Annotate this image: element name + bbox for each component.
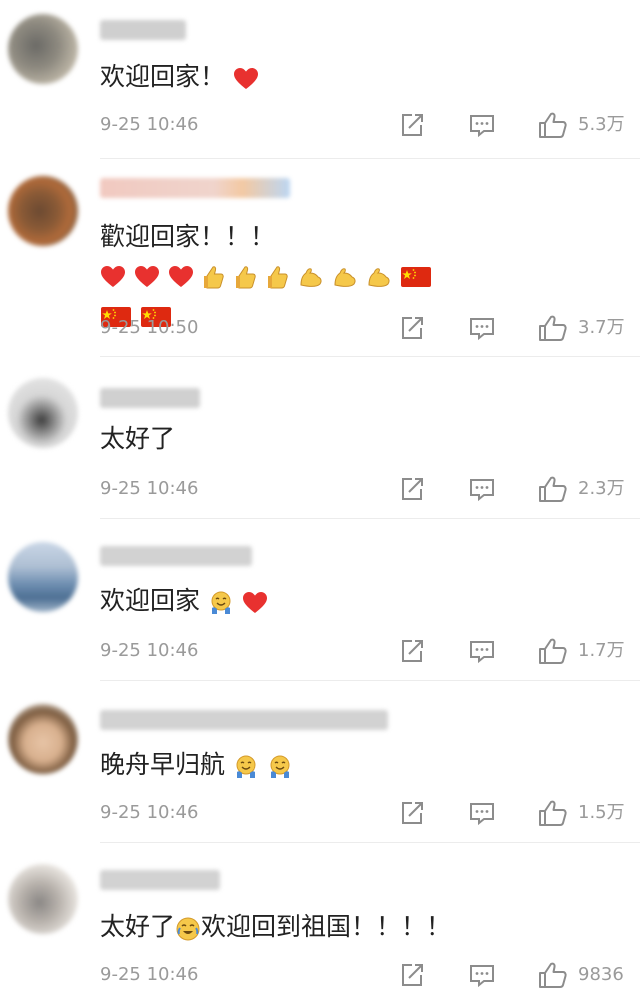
divider	[100, 158, 640, 159]
crying-smile-icon	[270, 755, 290, 778]
comment-icon[interactable]	[468, 799, 496, 827]
avatar[interactable]	[8, 864, 78, 934]
repost-icon[interactable]	[398, 637, 426, 665]
comment-text-content: 太好了	[100, 424, 176, 453]
like-count: 2.3万	[578, 478, 625, 499]
comment-item: 太好了 欢迎回到祖国！！！！ 9-25 10:46 9836	[0, 844, 640, 1000]
comment-icon[interactable]	[468, 111, 496, 139]
repost-icon[interactable]	[398, 475, 426, 503]
heart-icon	[134, 266, 159, 287]
like-icon[interactable]	[538, 111, 568, 139]
username-blurred[interactable]	[100, 178, 290, 198]
comment-text-content: 欢迎回家	[100, 586, 201, 615]
comment-text: 欢迎回家	[100, 582, 610, 621]
thumbs-up-icon	[235, 266, 256, 289]
divider	[100, 356, 640, 357]
username-blurred[interactable]	[100, 388, 200, 408]
like-count: 9836	[578, 964, 624, 985]
like-icon[interactable]	[538, 637, 568, 665]
avatar[interactable]	[8, 176, 78, 246]
comment-text: 太好了 欢迎回到祖国！！！！	[100, 908, 610, 947]
repost-icon[interactable]	[398, 314, 426, 342]
comment-icon[interactable]	[468, 961, 496, 989]
divider	[100, 518, 640, 519]
comment-text: 晚舟早归航	[100, 746, 610, 785]
repost-icon[interactable]	[398, 961, 426, 989]
crying-smile-icon	[236, 755, 256, 778]
comment-text: 太好了	[100, 420, 610, 458]
heart-icon	[101, 266, 125, 287]
comment-feed: 欢迎回家！ 9-25 10:46 5.3万 歡迎回家！！！ 9-25 10:50…	[0, 0, 640, 1000]
heart-icon	[168, 266, 193, 287]
comment-item: 欢迎回家 9-25 10:46 1.7万	[0, 520, 640, 682]
comment-icon[interactable]	[468, 314, 496, 342]
comment-text: 欢迎回家！	[100, 58, 610, 97]
thumbs-up-icon	[203, 266, 224, 289]
emoji-row	[233, 747, 293, 785]
like-count: 1.7万	[578, 640, 625, 661]
emoji-row	[100, 257, 432, 295]
action-bar: 5.3万	[0, 111, 640, 141]
emoji-row	[208, 583, 268, 621]
heart-icon	[233, 68, 258, 89]
like-count: 5.3万	[578, 114, 625, 135]
action-bar: 2.3万	[0, 475, 640, 505]
like-icon[interactable]	[538, 475, 568, 503]
emoji-row	[175, 909, 201, 947]
like-count: 1.5万	[578, 802, 625, 823]
like-icon[interactable]	[538, 799, 568, 827]
username-blurred[interactable]	[100, 546, 252, 566]
comment-item: 太好了 9-25 10:46 2.3万	[0, 358, 640, 520]
emoji-row	[233, 59, 259, 97]
comment-text-content: 歡迎回家！！！	[100, 222, 276, 251]
comment-text-content: 晚舟早归航	[100, 750, 226, 779]
repost-icon[interactable]	[398, 799, 426, 827]
like-icon[interactable]	[538, 961, 568, 989]
tears-of-joy-icon	[176, 917, 200, 941]
flexed-biceps-icon	[300, 268, 322, 287]
crying-smile-icon	[211, 591, 231, 614]
comment-item: 晚舟早归航 9-25 10:46 1.5万	[0, 682, 640, 844]
like-icon[interactable]	[538, 314, 568, 342]
flexed-biceps-icon	[368, 268, 390, 287]
comment-text-content-b: 欢迎回到祖国！！！！	[201, 912, 452, 941]
divider	[100, 842, 640, 843]
username-blurred[interactable]	[100, 710, 388, 730]
username-blurred[interactable]	[100, 20, 186, 40]
username-blurred[interactable]	[100, 870, 220, 890]
action-bar: 1.5万	[0, 799, 640, 829]
comment-icon[interactable]	[468, 637, 496, 665]
avatar[interactable]	[8, 542, 78, 612]
heart-icon	[242, 592, 267, 613]
like-count: 3.7万	[578, 317, 625, 338]
china-flag-icon	[400, 267, 431, 287]
action-bar: 1.7万	[0, 637, 640, 667]
comment-item: 欢迎回家！ 9-25 10:46 5.3万	[0, 0, 640, 160]
comment-icon[interactable]	[468, 475, 496, 503]
avatar[interactable]	[8, 378, 78, 448]
comment-text-content-a: 太好了	[100, 912, 176, 941]
action-bar: 9836	[0, 961, 640, 991]
avatar[interactable]	[8, 14, 78, 84]
action-bar: 3.7万	[0, 314, 640, 344]
divider	[100, 680, 640, 681]
comment-text-content: 欢迎回家！	[100, 62, 226, 91]
flexed-biceps-icon	[334, 268, 356, 287]
thumbs-up-icon	[267, 266, 288, 289]
avatar[interactable]	[8, 704, 78, 774]
comment-item: 歡迎回家！！！ 9-25 10:50 3.7万	[0, 160, 640, 358]
repost-icon[interactable]	[398, 111, 426, 139]
